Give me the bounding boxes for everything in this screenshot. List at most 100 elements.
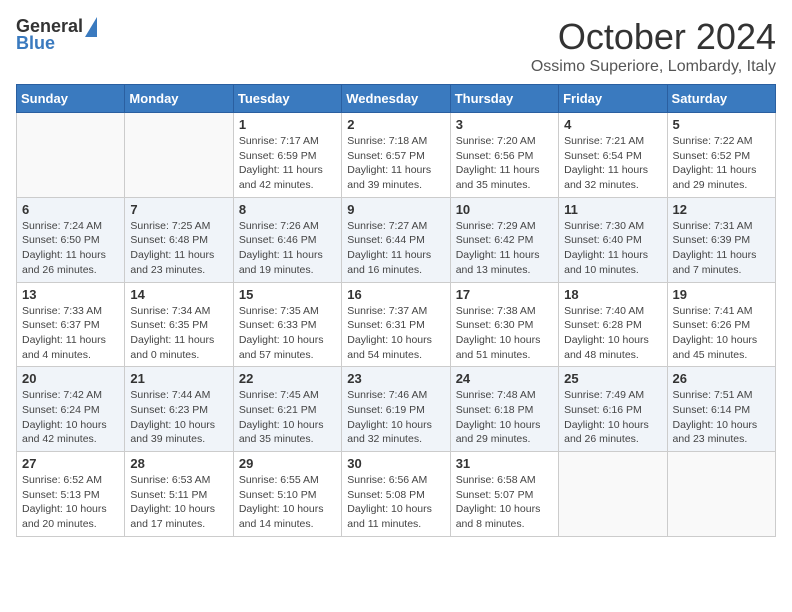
calendar-day-cell: 29Sunrise: 6:55 AM Sunset: 5:10 PM Dayli… (233, 452, 341, 537)
calendar-day-cell: 14 Sunrise: 7:34 AM Sunset: 6:35 PM Dayli… (125, 282, 233, 367)
day-info: Sunrise: 7:26 AM Sunset: 6:46 PM Dayligh… (239, 219, 336, 278)
day-number: 10 (456, 202, 553, 217)
calendar-day-cell (559, 452, 667, 537)
calendar-day-cell: 2 Sunrise: 7:18 AM Sunset: 6:57 PM Daylig… (342, 113, 450, 198)
calendar-day-cell: 23 Sunrise: 7:46 AM Sunset: 6:19 PM Dayli… (342, 367, 450, 452)
calendar-day-header: Sunday (17, 85, 125, 113)
day-number: 4 (564, 117, 661, 132)
month-title: October 2024 (531, 16, 776, 58)
day-info: Sunrise: 7:48 AM Sunset: 6:18 PM Dayligh… (456, 388, 553, 447)
day-number: 8 (239, 202, 336, 217)
day-info: Sunrise: 7:34 AM Sunset: 6:35 PM Dayligh… (130, 304, 227, 363)
calendar-day-header: Wednesday (342, 85, 450, 113)
day-number: 16 (347, 287, 444, 302)
day-number: 14 (130, 287, 227, 302)
calendar-day-cell: 3 Sunrise: 7:20 AM Sunset: 6:56 PM Daylig… (450, 113, 558, 198)
calendar-day-cell (667, 452, 775, 537)
calendar-day-cell: 12 Sunrise: 7:31 AM Sunset: 6:39 PM Dayli… (667, 197, 775, 282)
day-number: 15 (239, 287, 336, 302)
calendar-day-cell: 1Sunrise: 7:17 AM Sunset: 6:59 PM Daylig… (233, 113, 341, 198)
day-info: Sunrise: 7:51 AM Sunset: 6:14 PM Dayligh… (673, 388, 770, 447)
calendar-week-row: 1Sunrise: 7:17 AM Sunset: 6:59 PM Daylig… (17, 113, 776, 198)
day-number: 13 (22, 287, 119, 302)
calendar-day-header: Thursday (450, 85, 558, 113)
day-info: Sunrise: 7:40 AM Sunset: 6:28 PM Dayligh… (564, 304, 661, 363)
day-info: Sunrise: 7:20 AM Sunset: 6:56 PM Dayligh… (456, 134, 553, 193)
calendar-day-cell: 27 Sunrise: 6:52 AM Sunset: 5:13 PM Dayli… (17, 452, 125, 537)
calendar-day-cell: 11Sunrise: 7:30 AM Sunset: 6:40 PM Dayli… (559, 197, 667, 282)
calendar-day-cell: 8 Sunrise: 7:26 AM Sunset: 6:46 PM Daylig… (233, 197, 341, 282)
calendar-week-row: 27 Sunrise: 6:52 AM Sunset: 5:13 PM Dayli… (17, 452, 776, 537)
calendar-day-cell: 21 Sunrise: 7:44 AM Sunset: 6:23 PM Dayli… (125, 367, 233, 452)
day-number: 22 (239, 371, 336, 386)
calendar-day-cell: 15Sunrise: 7:35 AM Sunset: 6:33 PM Dayli… (233, 282, 341, 367)
logo-blue: Blue (16, 33, 55, 54)
calendar-day-cell: 26Sunrise: 7:51 AM Sunset: 6:14 PM Dayli… (667, 367, 775, 452)
day-number: 24 (456, 371, 553, 386)
calendar-day-header: Saturday (667, 85, 775, 113)
day-info: Sunrise: 7:38 AM Sunset: 6:30 PM Dayligh… (456, 304, 553, 363)
calendar-day-header: Tuesday (233, 85, 341, 113)
day-info: Sunrise: 7:17 AM Sunset: 6:59 PM Dayligh… (239, 134, 336, 193)
day-info: Sunrise: 7:24 AM Sunset: 6:50 PM Dayligh… (22, 219, 119, 278)
day-info: Sunrise: 7:41 AM Sunset: 6:26 PM Dayligh… (673, 304, 770, 363)
calendar-day-cell: 20Sunrise: 7:42 AM Sunset: 6:24 PM Dayli… (17, 367, 125, 452)
calendar-day-cell (125, 113, 233, 198)
calendar-day-cell: 18 Sunrise: 7:40 AM Sunset: 6:28 PM Dayli… (559, 282, 667, 367)
day-number: 7 (130, 202, 227, 217)
day-info: Sunrise: 6:53 AM Sunset: 5:11 PM Dayligh… (130, 473, 227, 532)
calendar-week-row: 13 Sunrise: 7:33 AM Sunset: 6:37 PM Dayli… (17, 282, 776, 367)
day-number: 9 (347, 202, 444, 217)
calendar-day-cell: 16 Sunrise: 7:37 AM Sunset: 6:31 PM Dayli… (342, 282, 450, 367)
logo-triangle-icon (85, 17, 97, 37)
day-number: 18 (564, 287, 661, 302)
day-info: Sunrise: 7:44 AM Sunset: 6:23 PM Dayligh… (130, 388, 227, 447)
calendar-day-cell: 6 Sunrise: 7:24 AM Sunset: 6:50 PM Daylig… (17, 197, 125, 282)
day-info: Sunrise: 7:29 AM Sunset: 6:42 PM Dayligh… (456, 219, 553, 278)
page-header: General Blue October 2024 Ossimo Superio… (16, 16, 776, 76)
title-section: October 2024 Ossimo Superiore, Lombardy,… (531, 16, 776, 76)
calendar-day-cell: 17 Sunrise: 7:38 AM Sunset: 6:30 PM Dayli… (450, 282, 558, 367)
calendar-day-cell: 30 Sunrise: 6:56 AM Sunset: 5:08 PM Dayli… (342, 452, 450, 537)
day-number: 6 (22, 202, 119, 217)
calendar-day-cell: 19Sunrise: 7:41 AM Sunset: 6:26 PM Dayli… (667, 282, 775, 367)
calendar-day-header: Monday (125, 85, 233, 113)
day-number: 21 (130, 371, 227, 386)
day-info: Sunrise: 7:42 AM Sunset: 6:24 PM Dayligh… (22, 388, 119, 447)
day-number: 30 (347, 456, 444, 471)
day-number: 12 (673, 202, 770, 217)
calendar-day-cell: 28 Sunrise: 6:53 AM Sunset: 5:11 PM Dayli… (125, 452, 233, 537)
calendar-day-cell: 5Sunrise: 7:22 AM Sunset: 6:52 PM Daylig… (667, 113, 775, 198)
day-number: 31 (456, 456, 553, 471)
day-info: Sunrise: 7:31 AM Sunset: 6:39 PM Dayligh… (673, 219, 770, 278)
day-info: Sunrise: 7:49 AM Sunset: 6:16 PM Dayligh… (564, 388, 661, 447)
day-number: 5 (673, 117, 770, 132)
day-number: 27 (22, 456, 119, 471)
day-info: Sunrise: 7:27 AM Sunset: 6:44 PM Dayligh… (347, 219, 444, 278)
day-info: Sunrise: 7:46 AM Sunset: 6:19 PM Dayligh… (347, 388, 444, 447)
calendar-header-row: SundayMondayTuesdayWednesdayThursdayFrid… (17, 85, 776, 113)
day-number: 3 (456, 117, 553, 132)
day-info: Sunrise: 6:52 AM Sunset: 5:13 PM Dayligh… (22, 473, 119, 532)
logo: General Blue (16, 16, 97, 54)
calendar-day-cell: 22 Sunrise: 7:45 AM Sunset: 6:21 PM Dayli… (233, 367, 341, 452)
day-number: 2 (347, 117, 444, 132)
day-info: Sunrise: 7:18 AM Sunset: 6:57 PM Dayligh… (347, 134, 444, 193)
day-info: Sunrise: 7:21 AM Sunset: 6:54 PM Dayligh… (564, 134, 661, 193)
day-info: Sunrise: 7:37 AM Sunset: 6:31 PM Dayligh… (347, 304, 444, 363)
day-number: 17 (456, 287, 553, 302)
calendar-day-cell: 25Sunrise: 7:49 AM Sunset: 6:16 PM Dayli… (559, 367, 667, 452)
calendar-day-cell: 13 Sunrise: 7:33 AM Sunset: 6:37 PM Dayli… (17, 282, 125, 367)
calendar-week-row: 20Sunrise: 7:42 AM Sunset: 6:24 PM Dayli… (17, 367, 776, 452)
day-info: Sunrise: 7:33 AM Sunset: 6:37 PM Dayligh… (22, 304, 119, 363)
calendar-day-cell: 10 Sunrise: 7:29 AM Sunset: 6:42 PM Dayli… (450, 197, 558, 282)
day-info: Sunrise: 6:58 AM Sunset: 5:07 PM Dayligh… (456, 473, 553, 532)
day-info: Sunrise: 7:45 AM Sunset: 6:21 PM Dayligh… (239, 388, 336, 447)
calendar-day-header: Friday (559, 85, 667, 113)
location: Ossimo Superiore, Lombardy, Italy (531, 58, 776, 76)
day-number: 23 (347, 371, 444, 386)
day-info: Sunrise: 6:56 AM Sunset: 5:08 PM Dayligh… (347, 473, 444, 532)
calendar-day-cell: 9 Sunrise: 7:27 AM Sunset: 6:44 PM Daylig… (342, 197, 450, 282)
day-number: 28 (130, 456, 227, 471)
calendar-day-cell: 24 Sunrise: 7:48 AM Sunset: 6:18 PM Dayli… (450, 367, 558, 452)
